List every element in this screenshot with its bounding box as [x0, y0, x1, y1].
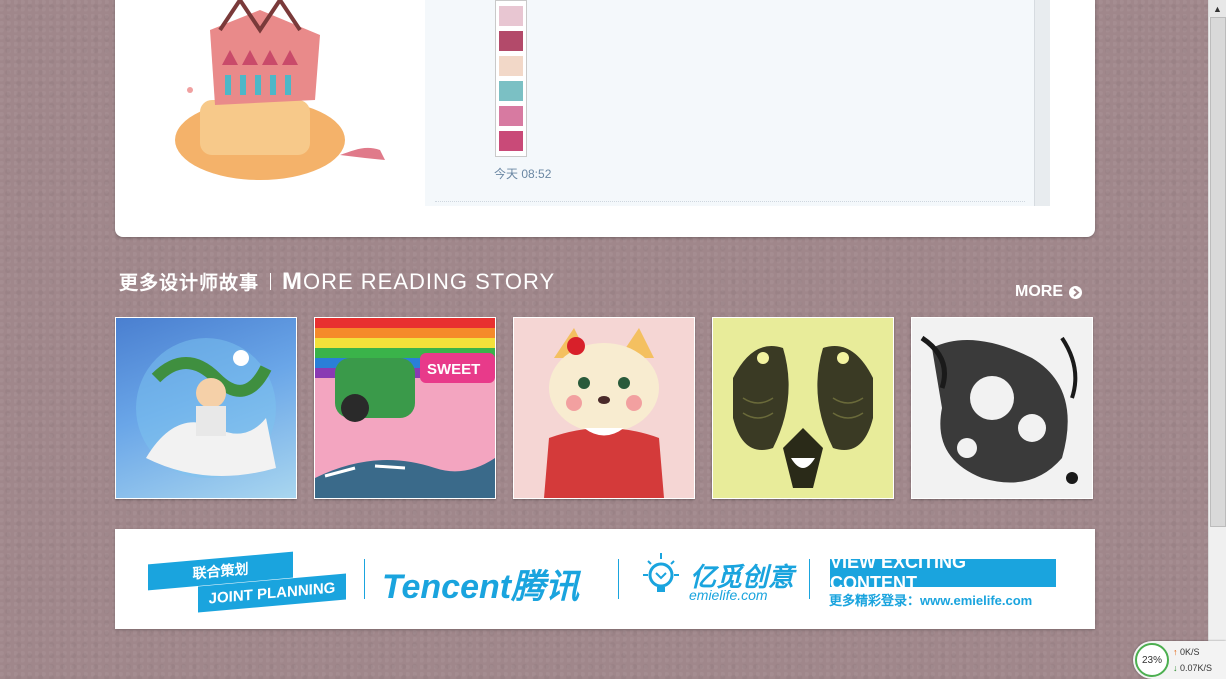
- joint-planning-badge: 联合策划 JOINT PLANNING: [148, 551, 348, 614]
- message-time: 今天 08:52: [494, 167, 552, 181]
- tencent-logo[interactable]: Tencent腾讯: [382, 559, 579, 608]
- scroll-up-arrow-icon[interactable]: ▲: [1209, 0, 1226, 17]
- story-thumbnail-4[interactable]: [712, 317, 894, 499]
- page-scrollbar[interactable]: ▲: [1208, 0, 1226, 679]
- image-thumbnail[interactable]: [495, 0, 527, 157]
- svg-text:SWEET: SWEET: [427, 361, 480, 378]
- download-speed-value: 0.07K/S: [1180, 663, 1213, 673]
- message-panel: 今天 08:52: [425, 0, 1050, 206]
- top-card: 今天 08:52: [115, 0, 1095, 237]
- more-link[interactable]: MORE: [1015, 283, 1082, 301]
- divider: [435, 201, 1025, 202]
- lightbulb-icon: [643, 553, 679, 592]
- upload-speed: ↑ 0K/S: [1173, 647, 1200, 657]
- upload-speed-value: 0K/S: [1180, 647, 1200, 657]
- partner-banner: 联合策划 JOINT PLANNING Tencent腾讯 亿觅创意 emiel…: [115, 529, 1095, 629]
- download-speed: ↓ 0.07K/S: [1173, 663, 1212, 673]
- view-exciting-content-button[interactable]: VIEW EXCITING CONTENT: [830, 552, 1056, 593]
- network-monitor-widget[interactable]: 23% ↑ 0K/S ↓ 0.07K/S: [1133, 641, 1226, 679]
- download-arrow-icon: ↓: [1173, 663, 1178, 673]
- story-thumbnail-3[interactable]: [513, 317, 695, 499]
- more-label: MORE: [1015, 283, 1063, 300]
- section-title-en-cap: M: [282, 268, 303, 295]
- panel-scrollbar[interactable]: [1034, 0, 1050, 206]
- elephant-illustration: [175, 0, 385, 180]
- upload-arrow-icon: ↑: [1173, 647, 1178, 657]
- section-title-en: MORE READING STORY: [282, 268, 555, 296]
- banner-divider: [364, 559, 365, 599]
- title-divider: [270, 273, 271, 290]
- memory-usage-gauge: 23%: [1135, 643, 1169, 677]
- story-thumbnail-1[interactable]: [115, 317, 297, 499]
- arrow-right-icon: [1069, 285, 1082, 299]
- story-gallery: SWEET: [115, 317, 1095, 499]
- story-thumbnail-2[interactable]: SWEET: [314, 317, 496, 499]
- emielife-logo-en: emielife.com: [689, 587, 768, 603]
- section-title-cn: 更多设计师故事: [119, 273, 260, 294]
- banner-divider: [618, 559, 619, 599]
- section-title-en-rest: ORE READING STORY: [303, 269, 556, 294]
- emielife-link[interactable]: 更多精彩登录：www.emielife.com: [829, 590, 1032, 609]
- story-thumbnail-5[interactable]: [911, 317, 1093, 499]
- banner-divider: [809, 559, 810, 599]
- scroll-thumb[interactable]: [1210, 17, 1226, 527]
